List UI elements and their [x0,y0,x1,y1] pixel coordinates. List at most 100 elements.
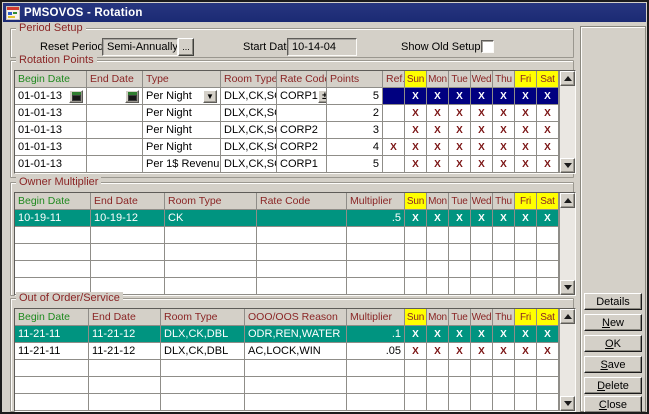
rate-code-cell[interactable] [257,210,347,227]
wed-cell[interactable] [471,278,493,295]
wed-cell[interactable]: X [471,326,493,343]
scroll-up-button[interactable] [560,193,575,208]
fri-cell[interactable] [515,394,537,411]
reset-period-lov-button[interactable]: ... [178,38,194,56]
mon-cell[interactable] [427,278,449,295]
room-type-cell[interactable]: DLX,CK,DBL [161,326,245,343]
type-cell[interactable]: Per 1$ Revenu [143,156,221,173]
tue-cell[interactable]: X [449,156,471,173]
new-button[interactable]: New [584,314,642,331]
room-type-cell[interactable] [161,394,245,411]
sat-cell[interactable]: X [537,326,559,343]
points-cell[interactable]: 4 [327,139,383,156]
rate-code-cell[interactable]: CORP2 [277,139,327,156]
begin-date-cell[interactable] [15,360,89,377]
fri-cell[interactable]: X [515,210,537,227]
wed-cell[interactable]: X [471,156,493,173]
end-date-cell[interactable] [89,394,161,411]
thu-cell[interactable]: X [493,139,515,156]
thu-cell[interactable] [493,278,515,295]
lov-button[interactable]: ± [318,90,327,103]
wed-cell[interactable] [471,227,493,244]
sat-cell[interactable]: X [537,210,559,227]
sat-cell[interactable]: X [537,139,559,156]
ooo-reason-cell[interactable]: ODR,REN,WATER [245,326,347,343]
sun-cell[interactable] [405,394,427,411]
type-cell[interactable]: Per Night [143,122,221,139]
sat-cell[interactable] [537,244,559,261]
sat-cell[interactable]: X [537,156,559,173]
ref-cell[interactable] [383,156,405,173]
mon-cell[interactable]: X [427,326,449,343]
ref-cell[interactable]: X [383,139,405,156]
wed-cell[interactable]: X [471,343,493,360]
rate-code-cell[interactable] [257,244,347,261]
sun-cell[interactable]: X [405,326,427,343]
rate-code-cell[interactable] [257,227,347,244]
thu-cell[interactable] [493,244,515,261]
end-date-cell[interactable] [87,105,143,122]
tue-cell[interactable]: X [449,139,471,156]
delete-button[interactable]: Delete [584,377,642,394]
thu-cell[interactable]: X [493,326,515,343]
rate-code-cell[interactable]: CORP2 [277,122,327,139]
begin-date-cell[interactable]: 01-01-13 [15,105,87,122]
room-type-cell[interactable]: DLX,CK,SGK,K [221,139,277,156]
thu-cell[interactable] [493,227,515,244]
owner-scrollbar[interactable] [559,193,575,295]
points-cell[interactable]: 2 [327,105,383,122]
mon-cell[interactable]: X [427,210,449,227]
sat-cell[interactable]: X [537,105,559,122]
end-date-cell[interactable] [91,244,165,261]
fri-cell[interactable] [515,278,537,295]
room-type-cell[interactable] [165,278,257,295]
end-date-cell[interactable] [91,261,165,278]
begin-date-cell[interactable] [15,261,91,278]
reset-period-field[interactable]: Semi-Annually [102,38,178,56]
end-date-cell[interactable] [87,88,143,105]
begin-date-cell[interactable]: 11-21-11 [15,326,89,343]
thu-cell[interactable]: X [493,210,515,227]
rate-code-cell[interactable]: CORP1 [277,156,327,173]
ref-cell[interactable] [383,122,405,139]
begin-date-cell[interactable] [15,394,89,411]
room-type-cell[interactable] [161,360,245,377]
end-date-cell[interactable] [87,156,143,173]
scroll-down-button[interactable] [560,158,575,173]
begin-date-cell[interactable] [15,227,91,244]
sun-cell[interactable]: X [405,139,427,156]
room-type-cell[interactable]: DLX,CK,SGK,K [221,105,277,122]
type-cell[interactable]: Per Night [143,139,221,156]
mon-cell[interactable]: X [427,105,449,122]
end-date-cell[interactable] [87,139,143,156]
scroll-up-button[interactable] [560,309,575,324]
rate-code-cell[interactable]: CORP1± [277,88,327,105]
mon-cell[interactable] [427,360,449,377]
mon-cell[interactable]: X [427,88,449,105]
thu-cell[interactable]: X [493,156,515,173]
wed-cell[interactable] [471,261,493,278]
multiplier-cell[interactable] [347,227,405,244]
mon-cell[interactable]: X [427,122,449,139]
mon-cell[interactable] [427,227,449,244]
calendar-button[interactable] [69,90,83,103]
points-cell[interactable]: 5 [327,156,383,173]
details-button[interactable]: Details [584,293,642,310]
start-date-field[interactable]: 10-14-04 [287,38,357,56]
fri-cell[interactable]: X [515,122,537,139]
wed-cell[interactable]: X [471,105,493,122]
type-cell[interactable]: Per Night▼ [143,88,221,105]
dropdown-button[interactable]: ▼ [203,90,217,103]
mon-cell[interactable] [427,394,449,411]
sat-cell[interactable] [537,261,559,278]
tue-cell[interactable]: X [449,122,471,139]
rotation-scrollbar[interactable] [559,71,575,173]
begin-date-cell[interactable]: 11-21-11 [15,343,89,360]
rate-code-cell[interactable] [257,261,347,278]
sat-cell[interactable]: X [537,88,559,105]
sun-cell[interactable]: X [405,105,427,122]
rate-code-cell[interactable] [277,105,327,122]
multiplier-cell[interactable] [347,360,405,377]
scroll-down-button[interactable] [560,396,575,411]
tue-cell[interactable] [449,278,471,295]
